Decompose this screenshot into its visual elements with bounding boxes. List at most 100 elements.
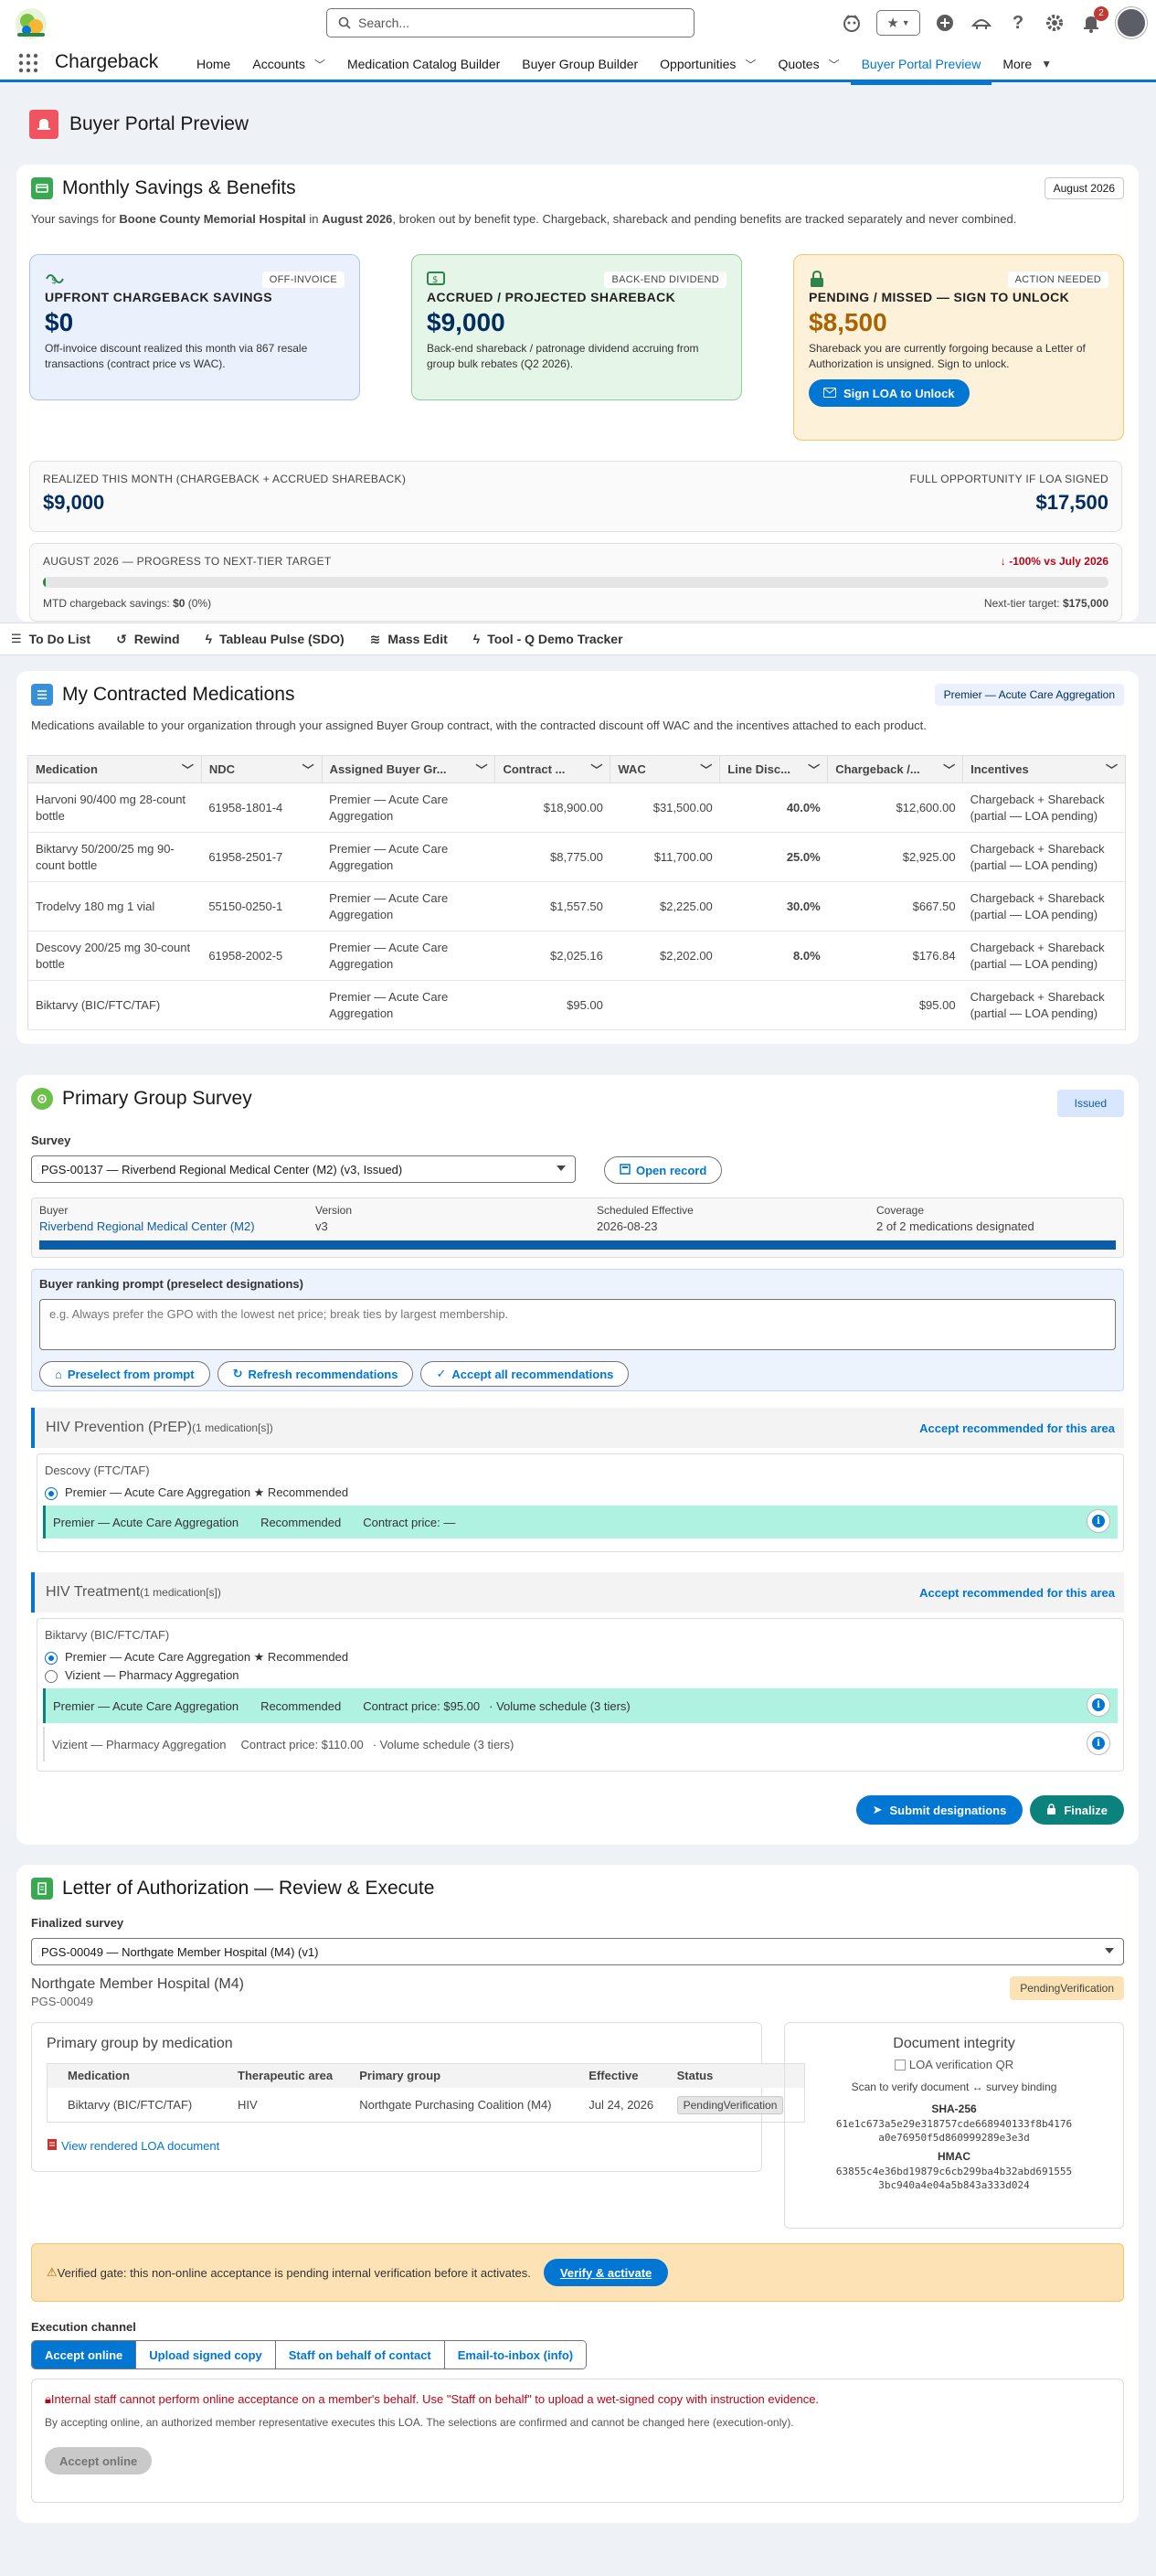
column-header-contract[interactable]: Contract ... ﹀: [494, 755, 611, 783]
loa-pgs-id: PGS-00049: [31, 1995, 93, 2008]
submit-designations-button[interactable]: ➤ Submit designations: [855, 1795, 1023, 1825]
app-logo[interactable]: [13, 5, 49, 42]
ranking-prompt-textarea[interactable]: [39, 1299, 1116, 1350]
channel-upload-signed-copy[interactable]: Upload signed copy: [136, 2341, 276, 2368]
user-avatar[interactable]: [1116, 7, 1147, 38]
verify-activate-button[interactable]: Verify & activate: [543, 2259, 669, 2286]
cell-ndc: 55150-0250-1: [201, 881, 323, 931]
channel-staff-on-behalf[interactable]: Staff on behalf of contact: [275, 2341, 445, 2368]
nav-label: Buyer Group Builder: [522, 57, 639, 71]
assistant-icon[interactable]: [840, 11, 864, 35]
app-launcher-icon[interactable]: [18, 53, 38, 76]
utility-rewind[interactable]: ↺ Rewind: [116, 632, 180, 647]
savings-icon: [31, 177, 53, 199]
global-add-icon[interactable]: [933, 11, 957, 35]
cell-buyer-group: Premier — Acute Care Aggregation: [322, 832, 495, 882]
nav-quotes[interactable]: Quotes ﹀: [767, 46, 850, 82]
new-window-icon: [620, 1163, 631, 1177]
rewind-icon: ↺: [116, 631, 127, 646]
global-search-input[interactable]: Search...: [326, 8, 695, 37]
full-opportunity-value: $17,500: [1035, 491, 1108, 514]
sign-loa-button[interactable]: Sign LOA to Unlock: [809, 379, 970, 407]
chevron-down-icon[interactable]: ﹀: [590, 761, 602, 778]
hmac-value: 63855c4e36bd19879c6cb299ba4b32abd6915553…: [835, 2166, 1073, 2191]
option-vizient[interactable]: Vizient — Pharmacy Aggregation: [45, 1668, 239, 1683]
cell-contract-price: $8,775.00: [494, 832, 610, 882]
accept-area-link[interactable]: Accept recommended for this area: [919, 1586, 1115, 1600]
chevron-down-icon[interactable]: ﹀: [745, 57, 756, 72]
nav-opportunities[interactable]: Opportunities ﹀: [649, 46, 767, 82]
utility-tableau-pulse[interactable]: ϟ Tableau Pulse (SDO): [206, 632, 345, 646]
column-header-wac[interactable]: WAC ﹀: [610, 755, 721, 783]
chevron-down-icon[interactable]: ﹀: [314, 57, 325, 72]
chevron-down-icon[interactable]: ﹀: [829, 57, 840, 72]
chevron-down-icon[interactable]: ﹀: [808, 761, 820, 778]
nav-accounts[interactable]: Accounts ﹀: [241, 46, 336, 82]
chevron-down-icon[interactable]: ﹀: [700, 761, 712, 778]
chevron-down-icon[interactable]: ﹀: [943, 761, 955, 778]
version-value: v3: [315, 1219, 328, 1233]
radio-unselected[interactable]: [45, 1669, 58, 1683]
rec-schedule[interactable]: · Volume schedule (3 tiers): [489, 1699, 631, 1713]
help-icon[interactable]: ?: [1006, 11, 1030, 35]
chevron-down-icon[interactable]: ﹀: [475, 761, 487, 778]
utility-mass-edit[interactable]: ≋ Mass Edit: [370, 632, 448, 647]
nav-more[interactable]: More ▼: [992, 46, 1063, 82]
bell-icon[interactable]: 2: [1079, 6, 1108, 35]
gear-icon[interactable]: [1043, 11, 1066, 35]
nav-buyer-group-builder[interactable]: Buyer Group Builder: [511, 46, 649, 82]
utility-demo-tracker[interactable]: ϟ Tool - Q Demo Tracker: [473, 632, 623, 646]
rec-group: Premier — Acute Care Aggregation: [53, 1515, 239, 1529]
nav-buyer-portal-preview[interactable]: Buyer Portal Preview: [850, 46, 992, 85]
tile-description: Off-invoice discount realized this month…: [45, 342, 308, 370]
column-header-ndc[interactable]: NDC ﹀: [201, 755, 323, 783]
alt-schedule[interactable]: · Volume schedule (3 tiers): [373, 1738, 514, 1751]
accept-all-button[interactable]: ✓ Accept all recommendations: [420, 1361, 630, 1387]
column-header-incentives[interactable]: Incentives ﹀: [962, 755, 1126, 783]
coverage-value: 2 of 2 medications designated: [876, 1219, 1034, 1233]
channel-accept-online[interactable]: Accept online: [32, 2341, 137, 2368]
info-icon[interactable]: i: [1087, 1731, 1110, 1755]
cell-medication: Biktarvy (BIC/FTC/TAF): [27, 980, 202, 1030]
finalized-survey-select[interactable]: PGS-00049 — Northgate Member Hospital (M…: [31, 1938, 1124, 1965]
column-header-medication[interactable]: Medication ﹀: [27, 755, 202, 783]
nav-medication-catalog-builder[interactable]: Medication Catalog Builder: [336, 46, 511, 82]
trailhead-icon[interactable]: [970, 11, 993, 35]
area-count: (1 medication[s]): [140, 1586, 221, 1599]
buyer-value[interactable]: Riverbend Regional Medical Center (M2): [39, 1219, 255, 1233]
cell-line-discount: 8.0%: [719, 931, 828, 981]
option-premier[interactable]: Premier — Acute Care Aggregation ★ Recom…: [45, 1485, 348, 1500]
cell-incentives: Chargeback + Shareback (partial — LOA pe…: [962, 832, 1126, 882]
info-icon[interactable]: i: [1087, 1693, 1110, 1717]
stack-icon: ≋: [369, 631, 381, 646]
survey-select[interactable]: PGS-00137 — Riverbend Regional Medical C…: [31, 1155, 576, 1183]
chevron-down-icon[interactable]: ﹀: [302, 761, 314, 778]
coverage-fill: [39, 1240, 1116, 1250]
preselect-button[interactable]: ⌂ Preselect from prompt: [39, 1361, 210, 1387]
option-premier[interactable]: Premier — Acute Care Aggregation ★ Recom…: [45, 1650, 348, 1665]
cell-incentives: Chargeback + Shareback (partial — LOA pe…: [962, 881, 1126, 931]
nav-home[interactable]: Home: [186, 46, 241, 82]
card-title: Monthly Savings & Benefits: [62, 177, 296, 198]
rec-price: Contract price: $95.00: [363, 1698, 481, 1713]
info-icon[interactable]: i: [1087, 1509, 1110, 1533]
accept-online-button[interactable]: Accept online: [45, 2447, 153, 2475]
chevron-down-icon[interactable]: ﹀: [182, 761, 194, 778]
radio-selected[interactable]: [45, 1486, 58, 1500]
chevron-down-icon[interactable]: ﹀: [1106, 761, 1118, 778]
column-header-chargeback[interactable]: Chargeback /... ﹀: [827, 755, 964, 783]
caret-down-icon[interactable]: ▼: [1041, 58, 1052, 70]
column-header-buyer-group[interactable]: Assigned Buyer Gr... ﹀: [322, 755, 496, 783]
utility-to-do-list[interactable]: ☰ To Do List: [11, 632, 90, 646]
refresh-recommendations-button[interactable]: ↻ Refresh recommendations: [217, 1361, 414, 1387]
channel-email-to-inbox[interactable]: Email-to-inbox (info): [444, 2341, 587, 2368]
chevron-down-icon: ▼: [901, 18, 910, 27]
accept-area-link[interactable]: Accept recommended for this area: [919, 1421, 1115, 1435]
column-header-line-discount[interactable]: Line Disc... ﹀: [719, 755, 829, 783]
finalize-button[interactable]: Finalize: [1030, 1795, 1124, 1825]
view-loa-document-link[interactable]: View rendered LOA document: [47, 2138, 219, 2154]
favorites-button[interactable]: ★ ▼: [876, 10, 920, 36]
area-count: (1 medication[s]): [192, 1421, 273, 1434]
open-record-button[interactable]: Open record: [604, 1156, 723, 1184]
radio-selected[interactable]: [45, 1651, 58, 1665]
